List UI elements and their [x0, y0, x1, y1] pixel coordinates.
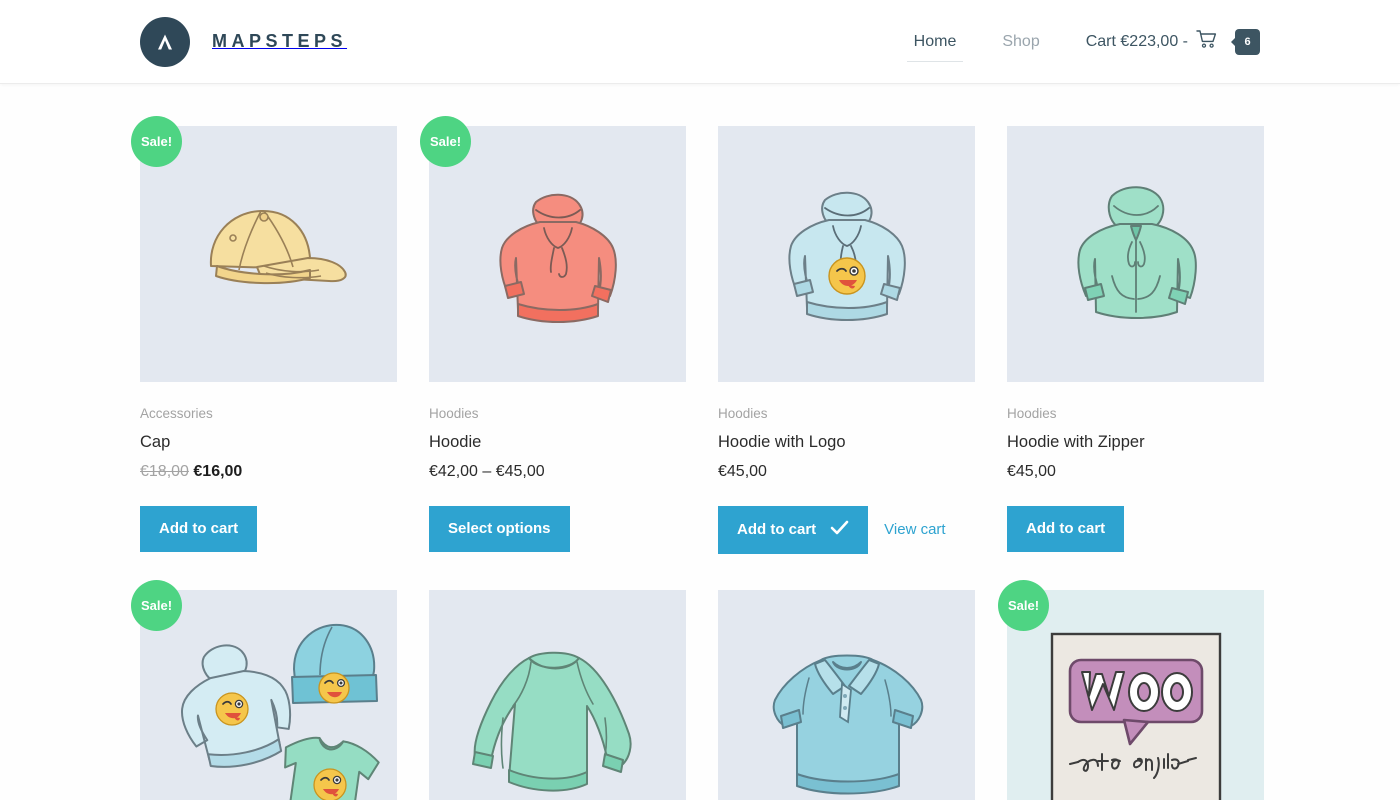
product-card-long-sleeve-tee: [429, 589, 686, 800]
shopping-cart-icon: [1196, 29, 1218, 54]
price-sale: €16,00: [193, 462, 243, 480]
product-thumbnail-hoodie[interactable]: [429, 126, 686, 382]
nav-item-shop[interactable]: Shop: [979, 0, 1062, 84]
sale-badge: Sale!: [131, 579, 182, 631]
product-card-polo: [718, 589, 975, 800]
site-header: MAPSTEPS Home Shop Cart €223,00 - 6: [0, 0, 1400, 84]
add-to-cart-button[interactable]: Add to cart: [718, 505, 869, 554]
product-title[interactable]: Hoodie: [429, 432, 686, 453]
cart-actions: Select options: [429, 505, 686, 552]
checkmark-icon: [830, 520, 849, 540]
product-thumbnail-woo-single[interactable]: [1007, 589, 1264, 800]
product-price: €18,00 €16,00: [140, 462, 397, 483]
product-category: Hoodies: [1007, 406, 1057, 421]
product-price: €45,00: [1007, 462, 1056, 480]
main-navigation: Home Shop Cart €223,00 - 6: [891, 0, 1260, 83]
brand-name: MAPSTEPS: [212, 31, 348, 51]
price-original: €18,00: [140, 462, 189, 480]
product-card-logo-collection: Sale!: [131, 579, 397, 800]
product-card-hoodie-with-logo: Hoodies Hoodie with Logo €45,00 Add to c…: [718, 126, 975, 554]
product-category: Hoodies: [429, 406, 479, 421]
product-thumbnail-hoodie-with-logo[interactable]: [718, 126, 975, 382]
add-to-cart-label: Add to cart: [159, 519, 239, 537]
product-card-hoodie: Sale! Hoodies Hoodie €42,00 – €45,00 Sel…: [420, 116, 686, 554]
product-price: €42,00 – €45,00: [429, 462, 545, 480]
nav-item-home[interactable]: Home: [891, 0, 980, 84]
product-thumbnail-hoodie-with-zipper[interactable]: [1007, 126, 1264, 382]
sale-badge: Sale!: [998, 579, 1049, 631]
add-to-cart-label: Add to cart: [1026, 519, 1106, 537]
product-thumbnail-polo[interactable]: [718, 589, 975, 800]
product-card-hoodie-with-zipper: Hoodies Hoodie with Zipper €45,00 Add to…: [1007, 126, 1264, 554]
cart-link[interactable]: Cart €223,00 - 6: [1063, 28, 1260, 55]
cart-actions: Add to cart View cart: [718, 505, 975, 554]
select-options-button[interactable]: Select options: [429, 505, 570, 552]
sale-badge: Sale!: [420, 116, 471, 167]
cart-amount-label: Cart €223,00 -: [1085, 32, 1188, 50]
product-price: €45,00: [718, 462, 767, 480]
product-category: Hoodies: [718, 406, 768, 421]
cart-count-badge: 6: [1235, 28, 1260, 55]
product-category: Accessories: [140, 406, 213, 421]
add-to-cart-button[interactable]: Add to cart: [1007, 505, 1125, 552]
product-thumbnail-cap[interactable]: [140, 126, 397, 382]
product-title[interactable]: Cap: [140, 432, 397, 453]
product-card-cap: Sale! Accessories Cap €18,00 €16,00 Add …: [131, 116, 397, 554]
cart-actions: Add to cart: [1007, 505, 1264, 552]
select-options-label: Select options: [448, 519, 551, 537]
sale-badge: Sale!: [131, 116, 182, 167]
add-to-cart-button[interactable]: Add to cart: [140, 505, 258, 552]
view-cart-link[interactable]: View cart: [884, 521, 945, 538]
product-thumbnail-logo-collection[interactable]: [140, 589, 397, 800]
product-title[interactable]: Hoodie with Logo: [718, 432, 975, 453]
product-grid: Sale! Accessories Cap €18,00 €16,00 Add …: [131, 116, 1264, 800]
cart-actions: Add to cart: [140, 505, 397, 552]
add-to-cart-label: Add to cart: [737, 520, 817, 538]
shop-main: Sale! Accessories Cap €18,00 €16,00 Add …: [0, 84, 1400, 800]
product-title[interactable]: Hoodie with Zipper: [1007, 432, 1264, 453]
product-card-woo-single: Sale!: [998, 579, 1264, 800]
lambda-mark-icon: [140, 16, 190, 67]
site-logo[interactable]: MAPSTEPS: [140, 16, 348, 67]
product-thumbnail-long-sleeve-tee[interactable]: [429, 589, 686, 800]
